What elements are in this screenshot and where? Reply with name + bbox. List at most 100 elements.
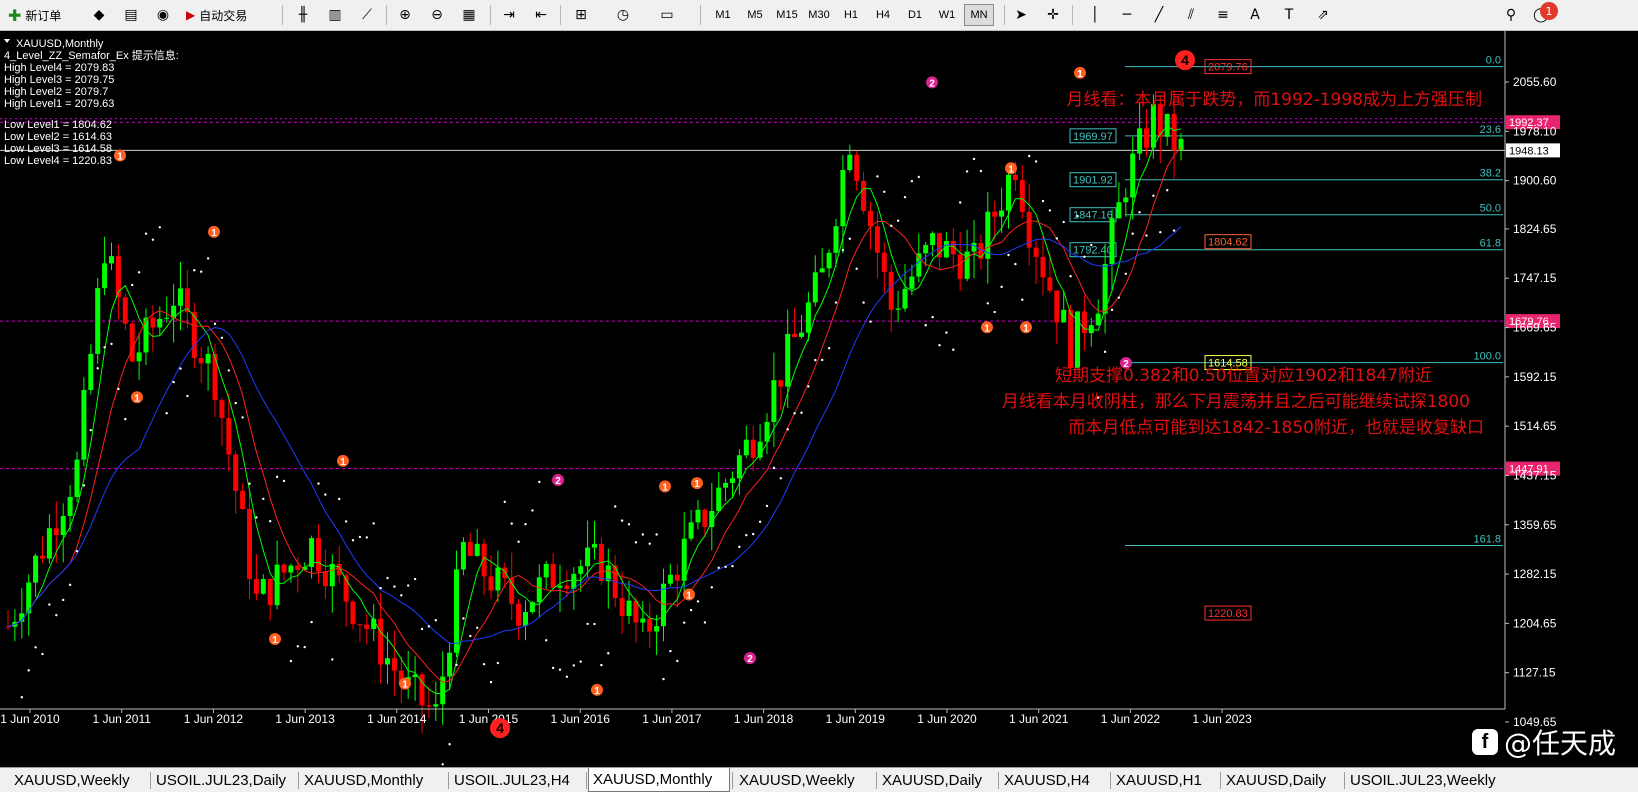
candle-body xyxy=(219,400,225,418)
line-chart-icon[interactable]: ⟋ xyxy=(356,4,378,26)
cursor-icon[interactable]: ➤ xyxy=(1010,4,1032,26)
sar-dot xyxy=(1007,253,1010,257)
sar-dot xyxy=(344,520,348,523)
sar-dot xyxy=(82,484,86,487)
indicators-icon[interactable]: ⊞ xyxy=(570,4,592,26)
tile-windows-icon[interactable]: ▦ xyxy=(458,4,480,26)
vertical-line-icon[interactable]: │ xyxy=(1084,4,1106,26)
timeframe-d1[interactable]: D1 xyxy=(900,4,930,26)
search-icon[interactable]: ⚲ xyxy=(1500,4,1522,26)
timeframe-h1[interactable]: H1 xyxy=(836,4,866,26)
candle-body xyxy=(426,705,432,707)
candle-body xyxy=(1171,113,1177,151)
zoom-out-icon[interactable]: ⊖ xyxy=(426,4,448,26)
chart-tab[interactable]: XAUUSD,H4 xyxy=(1000,770,1108,791)
sar-dot xyxy=(696,600,700,603)
auto-trading-button[interactable]: ▶ 自动交易 xyxy=(186,4,247,26)
candlestick-icon[interactable]: ▥ xyxy=(324,4,346,26)
timeframe-m5[interactable]: M5 xyxy=(740,4,770,26)
candle-body xyxy=(543,563,549,578)
templates-icon[interactable]: ▭ xyxy=(656,4,678,26)
text-label-icon[interactable]: T xyxy=(1278,4,1300,26)
bar-chart-icon[interactable]: ╫ xyxy=(292,4,314,26)
candle-body xyxy=(212,353,218,401)
sar-dot xyxy=(669,649,672,653)
chart-tab[interactable]: XAUUSD,Daily xyxy=(1222,770,1342,791)
chart-tab[interactable]: XAUUSD,Monthly xyxy=(588,768,730,792)
sar-dot xyxy=(1021,298,1024,301)
chart-tab[interactable]: XAUUSD,Weekly xyxy=(10,770,148,791)
sar-dot xyxy=(103,346,106,349)
sar-dot xyxy=(55,613,58,617)
data-window-icon[interactable]: ▤ xyxy=(120,4,142,26)
sar-dot xyxy=(883,190,886,193)
sar-dot xyxy=(765,504,769,508)
timeframe-m30[interactable]: M30 xyxy=(804,4,834,26)
chart-tab[interactable]: XAUUSD,Monthly xyxy=(300,770,446,791)
crosshair-icon[interactable]: ✛ xyxy=(1042,4,1064,26)
fibonacci-icon[interactable]: ≡ xyxy=(1212,4,1234,26)
chart-tab[interactable]: XAUUSD,Daily xyxy=(878,770,996,791)
candle-body xyxy=(433,704,439,707)
candle-body xyxy=(702,509,708,528)
semafor-label: 1 xyxy=(1023,323,1029,334)
price-axis-label: 1747.15 xyxy=(1513,271,1557,285)
candle-body xyxy=(460,542,466,570)
equidistant-channel-icon[interactable]: ⫽ xyxy=(1180,4,1202,26)
market-watch-icon[interactable]: ◆ xyxy=(88,4,110,26)
semafor-label: 2 xyxy=(747,654,753,665)
semafor-label: 1 xyxy=(117,152,123,163)
candle-body xyxy=(743,439,749,456)
sar-dot xyxy=(248,482,251,485)
chart-tab[interactable]: XAUUSD,Weekly xyxy=(735,770,874,791)
chart-tab[interactable]: USOIL.JUL23,Daily xyxy=(152,770,296,791)
candle-body xyxy=(1019,180,1025,212)
sar-dot xyxy=(462,617,465,620)
chart-tab[interactable]: USOIL.JUL23,H4 xyxy=(450,770,584,791)
sar-dot xyxy=(800,411,803,414)
sar-dot xyxy=(41,652,44,656)
price-chart[interactable]: 1992.371679.761447.911948.130.023.638.25… xyxy=(0,31,1638,767)
zoom-in-icon[interactable]: ⊕ xyxy=(394,4,416,26)
sar-dot xyxy=(200,270,203,273)
sar-dot xyxy=(1090,243,1093,247)
sar-dot xyxy=(758,520,762,524)
periods-icon[interactable]: ◷ xyxy=(612,4,634,26)
text-icon[interactable]: A xyxy=(1244,4,1266,26)
candle-body xyxy=(1150,104,1156,148)
fib-label: 23.6 xyxy=(1480,124,1501,136)
chart-tab[interactable]: USOIL.JUL23,Weekly xyxy=(1346,770,1496,791)
sar-dot xyxy=(676,659,679,663)
candle-body xyxy=(288,565,294,573)
timeframe-m1[interactable]: M1 xyxy=(708,4,738,26)
sar-dot xyxy=(151,238,155,241)
candle-body xyxy=(129,323,135,362)
candle-body xyxy=(474,543,480,556)
candle-body xyxy=(502,567,508,579)
trendline-icon[interactable]: ╱ xyxy=(1148,4,1170,26)
candle-body xyxy=(1047,277,1053,291)
chart-shift-icon[interactable]: ⇤ xyxy=(530,4,552,26)
timeframe-m15[interactable]: M15 xyxy=(772,4,802,26)
candle-body xyxy=(695,509,701,523)
sar-dot xyxy=(455,663,458,667)
new-order-button[interactable]: ✚ 新订单 xyxy=(8,4,61,26)
timeframe-h4[interactable]: H4 xyxy=(868,4,898,26)
sar-dot xyxy=(1083,255,1086,258)
autoscroll-icon[interactable]: ⇥ xyxy=(498,4,520,26)
arrows-icon[interactable]: ⇗ xyxy=(1312,4,1334,26)
time-axis-label: 1 Jun 2020 xyxy=(917,712,977,726)
chart-tab[interactable]: XAUUSD,H1 xyxy=(1112,770,1218,791)
candle-body xyxy=(378,618,384,665)
timeframe-mn[interactable]: MN xyxy=(964,4,994,26)
sar-dot xyxy=(213,322,217,326)
candle-body xyxy=(74,459,80,498)
candle-body xyxy=(447,652,453,677)
candle-body xyxy=(785,333,791,387)
navigator-icon[interactable]: ◉ xyxy=(152,4,174,26)
timeframe-w1[interactable]: W1 xyxy=(932,4,962,26)
sar-dot xyxy=(68,583,72,587)
sar-dot xyxy=(275,475,279,479)
horizontal-line-icon[interactable]: ─ xyxy=(1116,4,1138,26)
sar-dot xyxy=(131,283,134,287)
